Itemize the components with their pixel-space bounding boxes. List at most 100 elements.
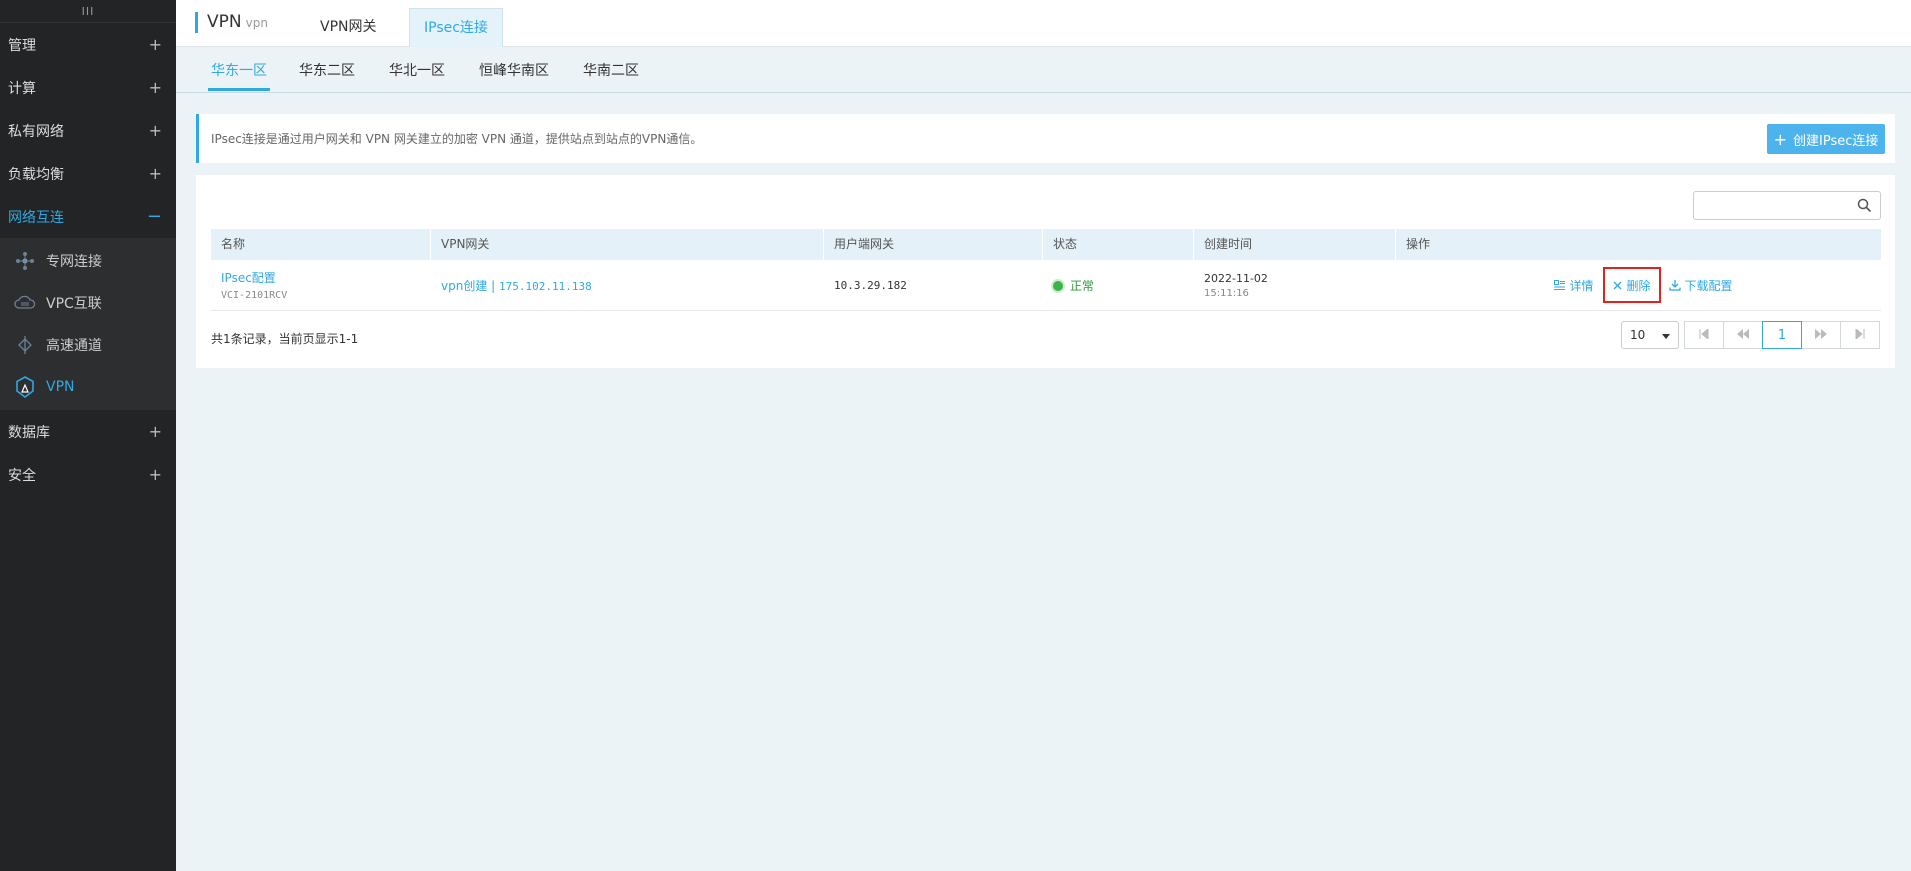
vpn-gateway-ip: 175.102.11.138 bbox=[499, 279, 592, 293]
created-date: 2022-11-02 bbox=[1204, 271, 1268, 285]
cell-actions: 详情 删除 下载配置 bbox=[1396, 260, 1881, 310]
first-page-icon bbox=[1699, 327, 1709, 343]
list-panel: 名称 VPN网关 用户端网关 状态 创建时间 操作 IPsec配置 VCI-21… bbox=[196, 175, 1895, 368]
chevron-down-icon bbox=[1662, 328, 1670, 342]
sidebar-item-label: 负载均衡 bbox=[8, 166, 64, 183]
search-input[interactable] bbox=[1700, 192, 1854, 220]
column-header-name: 名称 bbox=[211, 229, 431, 260]
table-row: IPsec配置 VCI-2101RCV vpn创建 | 175.102.11.1… bbox=[211, 260, 1881, 311]
cell-created-time: 2022-11-02 15:11:16 bbox=[1194, 260, 1396, 310]
column-header-status: 状态 bbox=[1043, 229, 1194, 260]
tab-vpn-gateway[interactable]: VPN网关 bbox=[306, 8, 391, 46]
first-page-button[interactable] bbox=[1684, 321, 1724, 349]
expand-icon: + bbox=[148, 422, 162, 441]
sidebar-item-label: 高速通道 bbox=[46, 338, 102, 354]
status-badge: 正常 bbox=[1053, 277, 1194, 294]
last-page-button[interactable] bbox=[1840, 321, 1880, 349]
connection-id: VCI-2101RCV bbox=[221, 290, 288, 301]
status-text: 正常 bbox=[1070, 278, 1095, 293]
pagination: 10 1 bbox=[1621, 321, 1880, 349]
sidebar-item-label: 专网连接 bbox=[46, 254, 102, 270]
download-config-label: 下载配置 bbox=[1684, 278, 1733, 293]
page-size-value: 10 bbox=[1630, 328, 1646, 342]
sidebar-item-database[interactable]: 数据库 + bbox=[0, 410, 176, 453]
cell-customer-gateway: 10.3.29.182 bbox=[824, 260, 1043, 310]
tab-region-south-china-2[interactable]: 华南二区 bbox=[580, 47, 642, 91]
created-time: 15:11:16 bbox=[1204, 287, 1249, 299]
expand-icon: + bbox=[148, 35, 162, 54]
tab-ipsec-connection[interactable]: IPsec连接 bbox=[409, 8, 503, 47]
download-icon bbox=[1668, 279, 1681, 291]
connection-name-link[interactable]: IPsec配置 bbox=[221, 269, 431, 286]
column-header-customer-gateway: 用户端网关 bbox=[824, 229, 1043, 260]
page-header: VPN vpn VPN网关 IPsec连接 bbox=[176, 0, 1911, 47]
sidebar-item-vpc-interconnect[interactable]: VPC互联 bbox=[0, 282, 176, 324]
sidebar-item-label: 安全 bbox=[8, 467, 36, 484]
prev-page-button[interactable] bbox=[1723, 321, 1763, 349]
next-page-icon bbox=[1815, 328, 1827, 343]
info-text: IPsec连接是通过用户网关和 VPN 网关建立的加密 VPN 通道，提供站点到… bbox=[211, 132, 703, 146]
download-config-button[interactable]: 下载配置 bbox=[1668, 277, 1733, 294]
expand-icon: + bbox=[148, 121, 162, 140]
column-header-actions: 操作 bbox=[1406, 237, 1431, 251]
delete-button[interactable]: 删除 bbox=[1603, 267, 1661, 303]
detail-label: 详情 bbox=[1569, 278, 1594, 293]
last-page-icon bbox=[1855, 327, 1865, 343]
page-title: VPN vpn bbox=[195, 12, 268, 33]
sidebar-item-management[interactable]: 管理 + bbox=[0, 23, 176, 66]
delete-label: 删除 bbox=[1626, 278, 1651, 293]
record-count: 共1条记录，当前页显示1-1 bbox=[211, 332, 359, 346]
menu-grip-icon: III bbox=[81, 4, 95, 18]
sidebar-item-label: 计算 bbox=[8, 80, 36, 97]
next-page-button[interactable] bbox=[1801, 321, 1841, 349]
page-title-text: VPN bbox=[207, 12, 242, 32]
sidebar-item-dedicated-line[interactable]: 专网连接 bbox=[0, 240, 176, 282]
create-ipsec-button[interactable]: + 创建IPsec连接 bbox=[1767, 124, 1885, 154]
sidebar: III 管理 + 计算 + 私有网络 + 负载均衡 + 网络互连 − 专网连接 … bbox=[0, 0, 176, 871]
search-box bbox=[1693, 191, 1881, 220]
customer-gateway-ip: 10.3.29.182 bbox=[834, 278, 907, 292]
express-channel-icon bbox=[14, 334, 36, 356]
sidebar-submenu: 专网连接 VPC互联 高速通道 VPN bbox=[0, 238, 176, 410]
page-number-button[interactable]: 1 bbox=[1762, 321, 1802, 349]
sidebar-item-label: 网络互连 bbox=[8, 209, 64, 226]
tab-region-east-china-2[interactable]: 华东二区 bbox=[296, 47, 358, 91]
vpn-icon bbox=[14, 376, 36, 398]
sidebar-item-network-interconnect[interactable]: 网络互连 − bbox=[0, 195, 176, 238]
prev-page-icon bbox=[1737, 328, 1749, 343]
sidebar-item-label: 管理 bbox=[8, 37, 36, 54]
column-header-created-time: 创建时间 bbox=[1194, 229, 1396, 260]
expand-icon: + bbox=[148, 164, 162, 183]
sidebar-item-vpn[interactable]: VPN bbox=[0, 366, 176, 408]
tab-region-east-china-1[interactable]: 华东一区 bbox=[208, 47, 270, 91]
sidebar-item-security[interactable]: 安全 + bbox=[0, 453, 176, 496]
sidebar-item-load-balancing[interactable]: 负载均衡 + bbox=[0, 152, 176, 195]
sidebar-item-express-channel[interactable]: 高速通道 bbox=[0, 324, 176, 366]
sidebar-item-private-network[interactable]: 私有网络 + bbox=[0, 109, 176, 152]
info-banner: IPsec连接是通过用户网关和 VPN 网关建立的加密 VPN 通道，提供站点到… bbox=[196, 114, 1895, 163]
detail-button[interactable]: 详情 bbox=[1554, 277, 1593, 294]
collapse-icon: − bbox=[146, 206, 162, 227]
vpn-gateway-separator: | bbox=[487, 278, 499, 293]
region-tabs: 华东一区 华东二区 华北一区 恒峰华南区 华南二区 bbox=[176, 47, 1911, 93]
cell-status: 正常 bbox=[1043, 260, 1194, 310]
vpn-gateway-name: vpn创建 bbox=[441, 278, 488, 293]
vpc-interconnect-icon bbox=[14, 292, 36, 314]
sidebar-collapse-handle[interactable]: III bbox=[0, 0, 176, 23]
vpn-gateway-link[interactable]: vpn创建 | 175.102.11.138 bbox=[441, 277, 824, 294]
search-icon[interactable] bbox=[1857, 198, 1872, 217]
expand-icon: + bbox=[148, 465, 162, 484]
tab-region-hengfeng-south-china[interactable]: 恒峰华南区 bbox=[476, 47, 552, 91]
sidebar-item-compute[interactable]: 计算 + bbox=[0, 66, 176, 109]
expand-icon: + bbox=[148, 78, 162, 97]
tab-region-north-china-1[interactable]: 华北一区 bbox=[386, 47, 448, 91]
close-icon bbox=[1613, 281, 1622, 290]
dedicated-line-icon bbox=[14, 250, 36, 272]
page-subtitle: vpn bbox=[245, 16, 268, 30]
sidebar-item-label: VPC互联 bbox=[46, 296, 102, 312]
create-ipsec-label: 创建IPsec连接 bbox=[1793, 133, 1879, 149]
sidebar-item-label: 私有网络 bbox=[8, 123, 64, 140]
page-size-select[interactable]: 10 bbox=[1621, 321, 1679, 349]
column-header-vpn-gateway: VPN网关 bbox=[431, 229, 824, 260]
cell-vpn-gateway: vpn创建 | 175.102.11.138 bbox=[431, 260, 824, 310]
